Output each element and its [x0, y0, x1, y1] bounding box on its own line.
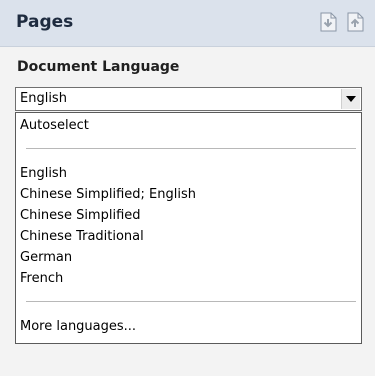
dropdown-arrow-button[interactable] — [341, 89, 360, 109]
panel-title: Pages — [16, 12, 74, 32]
option-chinese-simplified-english[interactable]: Chinese Simplified; English — [20, 187, 196, 202]
option-english[interactable]: English — [20, 166, 67, 181]
separator — [26, 148, 356, 149]
option-german[interactable]: German — [20, 250, 72, 265]
page-export-icon[interactable] — [345, 11, 367, 33]
document-language-label: Document Language — [17, 59, 180, 75]
pages-panel: Pages Document Language English Autosele… — [0, 0, 375, 376]
language-select-value: English — [20, 91, 67, 106]
language-select[interactable]: English — [15, 87, 362, 111]
option-chinese-simplified[interactable]: Chinese Simplified — [20, 208, 141, 223]
option-autoselect[interactable]: Autoselect — [20, 118, 89, 133]
chevron-down-icon — [346, 96, 356, 102]
panel-header: Pages — [0, 0, 375, 47]
language-dropdown-list: Autoselect English Chinese Simplified; E… — [15, 112, 362, 344]
option-french[interactable]: French — [20, 271, 63, 286]
separator — [26, 301, 356, 302]
option-more-languages[interactable]: More languages... — [20, 319, 136, 334]
page-import-icon[interactable] — [318, 11, 340, 33]
option-chinese-traditional[interactable]: Chinese Traditional — [20, 229, 144, 244]
